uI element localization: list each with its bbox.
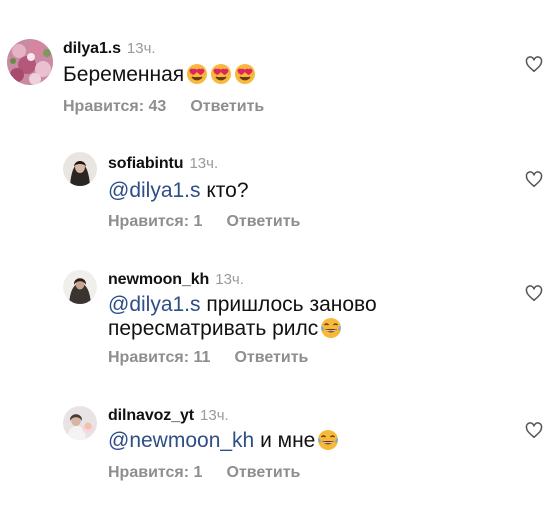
comment-timestamp: 13ч. [215,271,244,288]
like-heart-icon[interactable] [525,171,543,188]
reply-button[interactable]: Ответить [226,464,300,481]
comment-item: newmoon_kh 13ч. @dilya1.s пришлось заново… [0,258,560,388]
mention-link[interactable]: @newmoon_kh [108,429,254,452]
avatar[interactable] [7,39,53,85]
mention-link[interactable]: @dilya1.s [108,179,201,202]
tears-of-joy-emoji-icon [320,317,342,339]
comment-timestamp: 13ч. [126,40,156,57]
comment-username[interactable]: newmoon_kh [108,271,209,288]
comment-username[interactable]: dilya1.s [63,40,121,57]
comment-body: пришлось заново [200,293,377,316]
comment-item: dilya1.s 13ч. Беременная Нравится: 43 Отве… [0,0,560,130]
comment-timestamp: 13ч. [200,407,229,424]
avatar[interactable] [63,270,97,304]
comment-timestamp: 13ч. [189,155,219,172]
likes-count[interactable]: Нравится: 1 [108,464,202,481]
comment-item: sofiabintu 13ч. @dilya1.s кто? Нравится: … [0,140,560,250]
like-heart-icon[interactable] [525,56,543,73]
comment-body: Беременная [63,63,185,86]
comment-text: @newmoon_kh и мне [108,427,339,455]
comment-text-line-2: пересматривать рилс [108,315,342,343]
like-heart-icon[interactable] [525,285,543,302]
like-heart-icon[interactable] [525,422,543,439]
heart-eyes-emoji-icon [210,63,232,85]
mention-link[interactable]: @dilya1.s [108,293,201,316]
likes-count[interactable]: Нравится: 11 [108,349,210,366]
comment-body: кто? [200,179,249,202]
reply-button[interactable]: Ответить [234,349,308,366]
avatar[interactable] [63,406,97,440]
comment-text: @dilya1.s кто? [108,177,249,205]
reply-button[interactable]: Ответить [190,98,264,115]
heart-eyes-emoji-icon [234,63,256,85]
likes-count[interactable]: Нравится: 1 [108,213,202,230]
comment-item: dilnavoz_yt 13ч. @newmoon_kh и мне Нравит… [0,396,560,506]
comment-username[interactable]: sofiabintu [108,155,184,172]
comment-text: Беременная [63,61,256,89]
comment-body-line-2: пересматривать рилс [108,317,319,340]
comment-body: и мне [254,429,316,452]
likes-count[interactable]: Нравится: 43 [63,98,166,115]
heart-eyes-emoji-icon [186,63,208,85]
avatar[interactable] [63,152,97,186]
tears-of-joy-emoji-icon [317,429,339,451]
reply-button[interactable]: Ответить [226,213,300,230]
comment-username[interactable]: dilnavoz_yt [108,407,194,424]
